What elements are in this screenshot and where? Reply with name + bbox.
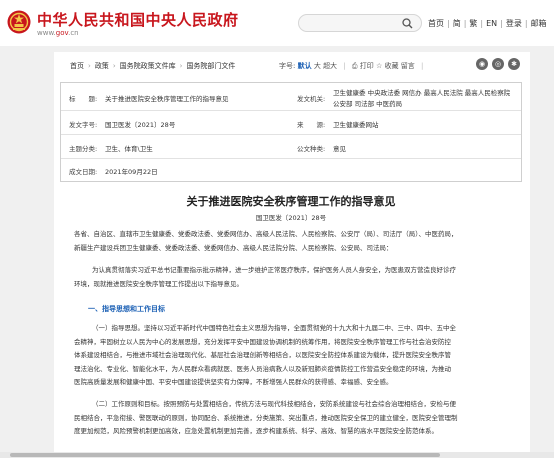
font-xlarge-button[interactable]: 超大: [323, 62, 337, 70]
breadcrumb-arrow-icon: ›: [179, 62, 183, 70]
search-input[interactable]: [298, 14, 422, 32]
breadcrumb-policy[interactable]: 政策: [95, 62, 109, 70]
search-icon[interactable]: [402, 18, 413, 29]
breadcrumb-library[interactable]: 国务院政策文件库: [120, 62, 176, 70]
nav-login[interactable]: 登录: [506, 19, 522, 28]
nav-divider: |: [500, 19, 503, 28]
docno-value: 国卫医发〔2021〕28号: [105, 121, 176, 129]
paragraph-line: 会精神，牢固树立以人民为中心的发展思想，充分发挥平安中国建设协调机制的统筹作用，…: [74, 337, 451, 346]
nav-simplified[interactable]: 简: [453, 19, 461, 28]
site-domain: www.gov.cn: [37, 29, 79, 37]
font-default-button[interactable]: 默认: [298, 62, 312, 70]
print-button[interactable]: 打印: [360, 62, 374, 70]
document-number: 国卫医发〔2021〕28号: [255, 214, 327, 222]
toolbar-divider: |: [420, 62, 424, 70]
breadcrumb-arrow-icon: ›: [112, 62, 116, 70]
info-row: 主题分类: 卫生、体育\卫生 公文种类: 意见: [61, 135, 521, 159]
date-value: 2021年09月22日: [105, 168, 158, 176]
doctype-label: 公文种类:: [297, 145, 326, 153]
nav-divider: |: [480, 19, 484, 28]
source-label: 来 源:: [297, 121, 326, 129]
document-title: 关于推进医院安全秩序管理工作的指导意见: [186, 195, 396, 208]
top-nav: 首页 | 简 | 繁 | EN | 登录 | 邮箱: [428, 18, 547, 29]
nav-mail[interactable]: 邮箱: [531, 19, 547, 28]
share-weibo-icon[interactable]: ◎: [492, 58, 504, 70]
article-toolbar: 字号: 默认 大 超大 | ⎙ 打印 ☆ 收藏 留言 |: [279, 61, 427, 71]
share-qzone-icon[interactable]: ✱: [508, 58, 520, 70]
nav-divider: |: [524, 19, 528, 28]
favorite-icon[interactable]: ☆: [376, 62, 382, 70]
paragraph-line: 环境，现就推进医院安全秩序管理工作提出以下指导意见。: [74, 279, 243, 288]
topic-value: 卫生、体育\卫生: [105, 145, 153, 153]
info-row: 发文字号: 国卫医发〔2021〕28号 来 源: 卫生健康委网站: [61, 111, 521, 135]
share-wechat-icon[interactable]: ◉: [476, 58, 488, 70]
source-value: 卫生健康委网站: [333, 121, 379, 129]
paragraph-line: 民相结合，平急衔接、警医联动的原则，协同配合、系统推进，分类施策、突出重点，推动…: [74, 413, 458, 422]
leave-message-button[interactable]: 留言: [401, 62, 415, 70]
nav-home[interactable]: 首页: [428, 19, 444, 28]
paragraph-line: 新疆生产建设兵团卫生健康委、党委政法委、党委网信办、高级人民法院分院、人民检察院…: [74, 243, 393, 252]
site-title[interactable]: 中华人民共和国中央人民政府: [37, 9, 239, 30]
nav-traditional[interactable]: 繁: [469, 19, 477, 28]
paragraph-line: 度更加规范，风险预警机制更加高效，应急处置机制更加完善，逐步构建系统、科学、高效…: [74, 427, 438, 436]
nav-divider: |: [463, 19, 467, 28]
font-large-button[interactable]: 大: [314, 62, 321, 70]
toolbar-divider: |: [343, 62, 346, 70]
document-info-table: 标 题: 关于推进医院安全秩序管理工作的指导意见 发文机关: 卫生健康委 中央政…: [60, 82, 522, 182]
nav-english[interactable]: EN: [486, 19, 497, 28]
font-size-label: 字号:: [279, 62, 296, 70]
info-row: 成文日期: 2021年09月22日: [61, 159, 521, 181]
topic-label: 主题分类:: [69, 145, 98, 153]
paragraph-line: 理法治化、专业化、智能化水平，为人民群众看病就医、医务人员治病救人以及新冠肺炎疫…: [74, 364, 451, 373]
section-heading: 一、指导思想和工作目标: [88, 305, 165, 313]
title-label: 标 题:: [69, 95, 98, 103]
paragraph-line: 医院高质量发展和健康中国、平安中国建设提供坚实有力保障，不断增强人民群众的获得感…: [74, 378, 393, 387]
scrollbar-thumb[interactable]: [10, 453, 440, 457]
date-label: 成文日期:: [69, 168, 98, 176]
paragraph-line: 体系建设相结合，与推进市域社会治理现代化、基层社会治理创新等相结合，以医院安全防…: [74, 351, 451, 360]
guiding-paragraph: （一）指导思想。坚持以习近平新时代中国特色社会主义思想为指导，全面贯彻党的十九大…: [74, 322, 522, 390]
national-emblem-icon[interactable]: [7, 9, 31, 35]
issuer-value-line1: 卫生健康委 中央政法委 网信办 最高人民法院 最高人民检察院: [333, 89, 511, 97]
intro-paragraph: 为认真贯彻落实习近平总书记重要指示批示精神，进一步维护正常医疗秩序，保护医务人员…: [74, 264, 522, 291]
favorite-button[interactable]: 收藏: [384, 62, 398, 70]
breadcrumb: 首页 › 政策 › 国务院政策文件库 › 国务院部门文件: [70, 61, 235, 71]
paragraph-line: 为认真贯彻落实习近平总书记重要指示批示精神，进一步维护正常医疗秩序，保护医务人员…: [92, 266, 456, 274]
breadcrumb-dept-docs[interactable]: 国务院部门文件: [186, 62, 235, 70]
site-header: 中华人民共和国中央人民政府 www.gov.cn 首页 | 简 | 繁 | EN | 登录 | 邮箱: [0, 0, 554, 46]
breadcrumb-home[interactable]: 首页: [70, 62, 84, 70]
paragraph-line: （一）指导思想。坚持以习近平新时代中国特色社会主义思想为指导，全面贯彻党的十九大…: [92, 324, 456, 332]
print-icon[interactable]: ⎙: [352, 62, 358, 70]
docno-label: 发文字号:: [69, 121, 98, 129]
issuer-value-line2: 公安部 司法部 中医药局: [333, 100, 403, 108]
recipients-paragraph: 各省、自治区、直辖市卫生健康委、党委政法委、党委网信办、高级人民法院、人民检察院…: [74, 228, 522, 255]
info-row: 标 题: 关于推进医院安全秩序管理工作的指导意见 发文机关: 卫生健康委 中央政…: [61, 83, 521, 111]
paragraph-line: 各省、自治区、直辖市卫生健康委、党委政法委、党委网信办、高级人民法院、人民检察院…: [74, 230, 458, 238]
title-value: 关于推进医院安全秩序管理工作的指导意见: [105, 95, 229, 103]
doctype-value: 意见: [333, 145, 346, 153]
breadcrumb-arrow-icon: ›: [88, 62, 91, 70]
principles-paragraph: （二）工作原则和目标。按照预防与处置相结合，传统方法与现代科技相结合，安防系统建…: [74, 398, 522, 439]
issuer-label: 发文机关:: [297, 95, 326, 103]
nav-divider: |: [447, 19, 450, 28]
paragraph-line: （二）工作原则和目标。按照预防与处置相结合，传统方法与现代科技相结合，安防系统建…: [92, 400, 456, 408]
